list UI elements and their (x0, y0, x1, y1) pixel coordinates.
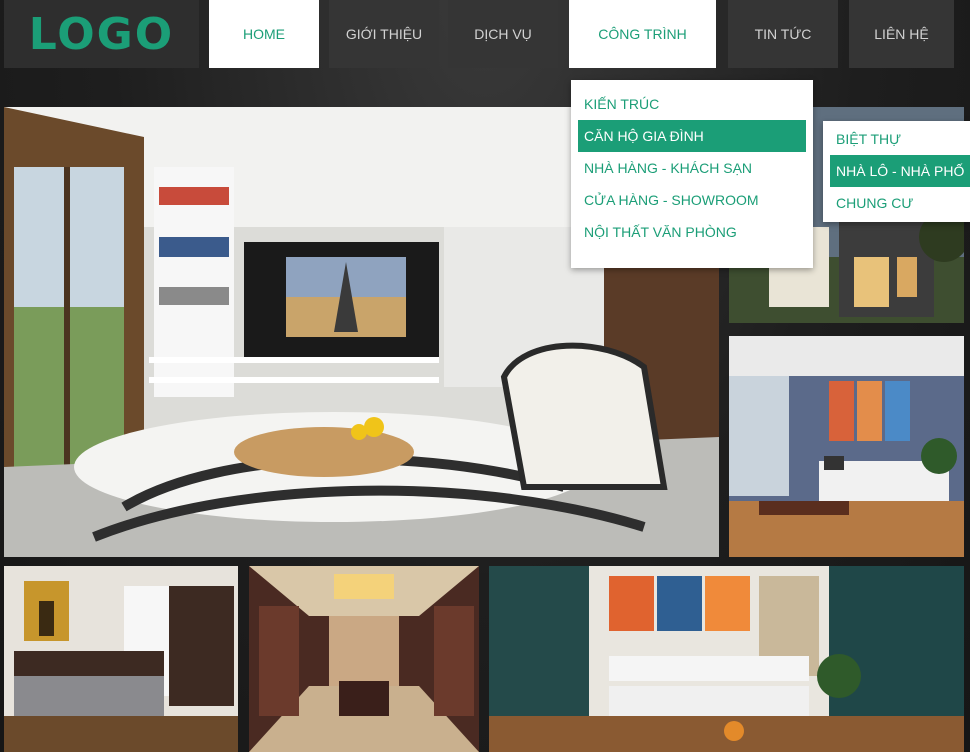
nav-home-label: HOME (243, 26, 285, 42)
nav-cong-trinh-label: CÔNG TRÌNH (598, 26, 687, 42)
gallery-photo-teal-living[interactable] (489, 566, 964, 752)
subsubmenu-item-chung-cu[interactable]: CHUNG CƯ (830, 187, 970, 219)
gallery-photo-bedroom[interactable] (4, 566, 238, 752)
bedroom-photo-icon (4, 566, 238, 752)
nav-dich-vu[interactable]: DỊCH VỤ (448, 0, 558, 68)
subsubmenu-can-ho: BIỆT THỰ NHÀ LÔ - NHÀ PHỐ CHUNG CƯ (823, 121, 970, 222)
nav-lien-he-label: LIÊN HỆ (874, 26, 929, 42)
nav-tin-tuc[interactable]: TIN TỨC (728, 0, 838, 68)
lounge-photo-icon (729, 336, 964, 557)
submenu-item-kien-truc[interactable]: KIẾN TRÚC (578, 88, 813, 120)
nav-gioi-thieu-label: GIỚI THIỆU (345, 26, 423, 42)
nav-home[interactable]: HOME (209, 0, 319, 68)
logo-text: LOGO (28, 8, 175, 60)
gallery-photo-hallway[interactable] (249, 566, 479, 752)
submenu-item-label: NHÀ HÀNG - KHÁCH SẠN (584, 160, 753, 176)
submenu-cong-trinh: KIẾN TRÚC CĂN HỘ GIA ĐÌNH NHÀ HÀNG - KHÁ… (571, 80, 813, 268)
teal-living-room-photo-icon (489, 566, 964, 752)
gallery-photo-lounge[interactable] (729, 336, 964, 557)
hallway-photo-icon (249, 566, 479, 752)
nav-dich-vu-label: DỊCH VỤ (474, 26, 532, 42)
nav-lien-he[interactable]: LIÊN HỆ (849, 0, 954, 68)
subsubmenu-item-biet-thu[interactable]: BIỆT THỰ (830, 123, 970, 155)
submenu-item-nha-hang-khach-san[interactable]: NHÀ HÀNG - KHÁCH SẠN (578, 152, 813, 184)
submenu-item-label: CỬA HÀNG - SHOWROOM (584, 192, 759, 208)
submenu-item-noi-that-van-phong[interactable]: NỘI THẤT VĂN PHÒNG (578, 216, 813, 248)
site-logo[interactable]: LOGO (4, 0, 199, 68)
subsubmenu-item-nha-lo-nha-pho[interactable]: NHÀ LÔ - NHÀ PHỐ (830, 155, 970, 187)
subsubmenu-item-label: CHUNG CƯ (836, 195, 914, 211)
submenu-item-label: KIẾN TRÚC (584, 96, 660, 112)
submenu-item-cua-hang-showroom[interactable]: CỬA HÀNG - SHOWROOM (578, 184, 813, 216)
nav-cong-trinh[interactable]: CÔNG TRÌNH (569, 0, 716, 68)
nav-tin-tuc-label: TIN TỨC (754, 26, 812, 42)
submenu-item-label: CĂN HỘ GIA ĐÌNH (584, 128, 704, 144)
nav-gioi-thieu[interactable]: GIỚI THIỆU (329, 0, 439, 68)
submenu-item-label: NỘI THẤT VĂN PHÒNG (584, 224, 737, 240)
subsubmenu-item-label: NHÀ LÔ - NHÀ PHỐ (836, 163, 965, 179)
subsubmenu-item-label: BIỆT THỰ (836, 131, 902, 147)
submenu-item-can-ho-gia-dinh[interactable]: CĂN HỘ GIA ĐÌNH (578, 120, 806, 152)
